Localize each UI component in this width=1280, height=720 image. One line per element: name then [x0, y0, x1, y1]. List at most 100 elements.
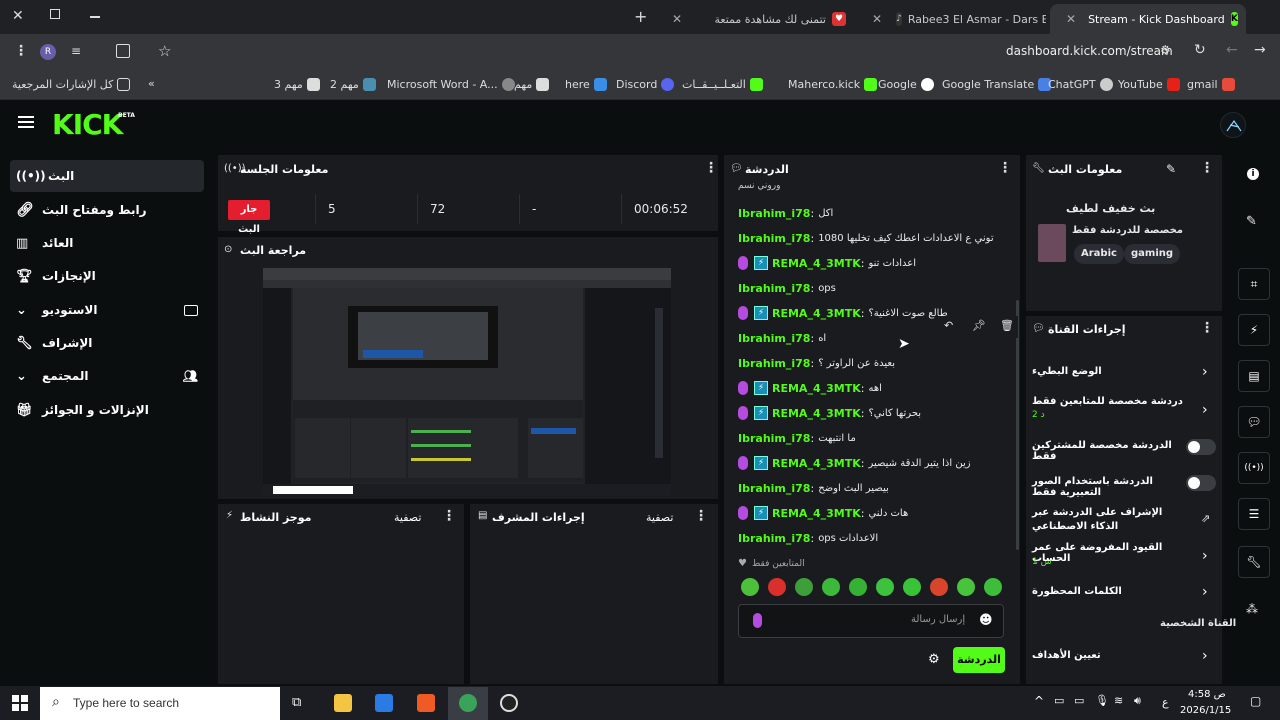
chat-username[interactable]: REMA_4_3MTK — [772, 407, 861, 420]
brave-icon[interactable] — [417, 694, 435, 712]
emote-button[interactable] — [849, 578, 867, 596]
chat-message[interactable]: ⚡ REMA_4_3MTK: اعدادات تنو — [738, 252, 1018, 274]
forward-icon[interactable]: ← — [1226, 42, 1238, 58]
store-icon[interactable] — [375, 694, 393, 712]
bookmark-item[interactable]: here — [565, 78, 607, 91]
notifications-icon[interactable]: ▢ — [1250, 694, 1261, 708]
tab-1-active[interactable]: ✕ Stream - Kick Dashboard K — [1050, 4, 1246, 34]
chat-username[interactable]: Ibrahim_i78 — [738, 207, 810, 220]
sidebar-item-stream-key[interactable]: 🔗︎ رابط ومفتاح البث — [10, 194, 204, 226]
chat-message[interactable]: ⚡ REMA_4_3MTK: بحرتها كاني؟ — [738, 402, 1018, 424]
chat-bubble-icon[interactable]: 💬︎ — [1238, 406, 1270, 438]
address-bar[interactable]: dashboard.kick.com/stream — [1006, 44, 1173, 58]
chat-username[interactable]: REMA_4_3MTK — [772, 382, 861, 395]
bookmark-item[interactable]: مهم 3 — [274, 78, 320, 91]
bookmarks-overflow-icon[interactable]: « — [148, 77, 155, 90]
volume-icon[interactable]: 🔊︎ — [1134, 694, 1141, 708]
reload-icon[interactable]: ↻ — [1194, 42, 1206, 58]
chevron-right-icon[interactable]: › — [1202, 648, 1208, 664]
wrench-icon[interactable]: 🔧︎ — [1238, 546, 1270, 578]
followers-only-row[interactable]: دردشة مخصصة للمتابعين فقط — [1032, 396, 1218, 407]
chat-message[interactable]: Ibrahim_i78: ops — [738, 277, 1018, 299]
sidebar-item-community[interactable]: ⌄ المجتمع 👥︎ — [10, 360, 204, 392]
extensions-icon[interactable] — [116, 44, 130, 58]
layout-icon[interactable]: ☰ — [1238, 498, 1270, 530]
bookmark-item[interactable]: ChatGPT — [1048, 78, 1113, 91]
tag-pill[interactable]: gaming — [1124, 244, 1181, 264]
set-goals-row[interactable]: تعيين الأهداف — [1032, 650, 1218, 661]
bookmark-item[interactable]: Microsoft Word - A... — [387, 78, 515, 91]
minimize-window-icon[interactable] — [90, 16, 100, 18]
stream-preview-video[interactable] — [263, 268, 671, 496]
slow-mode-row[interactable]: الوضع البطيء — [1032, 366, 1218, 377]
document-icon[interactable]: ▤ — [1238, 360, 1270, 392]
chat-input[interactable]: إرسال رسالة ☻ — [738, 604, 1004, 638]
chat-username[interactable]: Ibrahim_i78 — [738, 232, 810, 245]
banned-words-row[interactable]: الكلمات المحظورة — [1032, 586, 1218, 597]
menu-kebab-icon[interactable]: ⋮ — [14, 43, 28, 59]
chat-message[interactable]: Ibrahim_i78: اكل — [738, 202, 1018, 224]
emotes-only-toggle[interactable] — [1186, 475, 1216, 491]
sidebar-item-drops[interactable]: 🎁︎ الإنزالات و الجوائز — [10, 394, 204, 426]
hamburger-menu-icon[interactable] — [18, 116, 34, 128]
clock-date[interactable]: 2026/1/15 — [1180, 705, 1231, 716]
chat-username[interactable]: REMA_4_3MTK — [772, 307, 861, 320]
close-window-icon[interactable]: ✕ — [12, 8, 24, 24]
channel-actions-menu-icon[interactable]: ⋮ — [1200, 320, 1214, 336]
chat-message[interactable]: ⚡ REMA_4_3MTK: زين اذا يتير الدقة شيصير — [738, 452, 1018, 474]
lightning-icon[interactable]: ⚡︎ — [1238, 314, 1270, 346]
chat-message[interactable]: Ibrahim_i78: بيصير البث اوضح — [738, 477, 1018, 499]
chat-username[interactable]: Ibrahim_i78 — [738, 482, 810, 495]
obs-icon[interactable] — [500, 694, 518, 712]
sidebar-item-moderation[interactable]: 🔧︎ الإشراف — [10, 327, 204, 359]
session-menu-icon[interactable]: ⋮ — [704, 160, 718, 176]
clock-time[interactable]: 4:58 ص — [1188, 689, 1226, 700]
emote-button[interactable] — [876, 578, 894, 596]
site-settings-icon[interactable]: ⚙ — [1160, 43, 1171, 57]
category-name[interactable]: مخصصة للدردشة فقط — [1072, 225, 1183, 236]
chat-username[interactable]: Ibrahim_i78 — [738, 282, 810, 295]
community-icon[interactable]: ⁂ — [1246, 602, 1258, 616]
mod-actions-filter-button[interactable]: تصفية — [646, 511, 673, 524]
tag-pill[interactable]: Arabic — [1074, 244, 1124, 264]
profile-avatar[interactable]: R — [40, 44, 56, 60]
edit-pencil-icon[interactable]: ✎ — [1166, 162, 1176, 176]
close-tab-icon[interactable]: ✕ — [672, 12, 682, 26]
sidebar-item-revenue[interactable]: ▥ العائد — [10, 227, 204, 259]
tab-2[interactable]: ✕ ♪ Rabee3 El Asmar - Dars El 3 ▶ — [856, 4, 1046, 34]
bookmark-item[interactable]: التعـلــيــقــات — [682, 78, 763, 91]
chevron-right-icon[interactable]: › — [1202, 402, 1208, 418]
chat-message[interactable]: Ibrahim_i78: ops الاعدادات — [738, 527, 1018, 549]
bookmark-item[interactable]: Maherco.kick — [788, 78, 878, 91]
bookmark-item[interactable]: Discord — [616, 78, 675, 91]
external-link-icon[interactable]: ⇗ — [1201, 512, 1210, 525]
chat-username[interactable]: REMA_4_3MTK — [772, 257, 861, 270]
subscribers-only-toggle[interactable] — [1186, 439, 1216, 455]
new-tab-icon[interactable]: + — [634, 7, 647, 26]
bookmark-item[interactable]: YouTube — [1118, 78, 1180, 91]
back-icon[interactable]: → — [1254, 42, 1266, 58]
chevron-right-icon[interactable]: › — [1202, 548, 1208, 564]
user-avatar[interactable] — [1220, 112, 1246, 138]
chat-username[interactable]: Ibrahim_i78 — [738, 432, 810, 445]
bookmark-item[interactable]: مهم 2 — [330, 78, 376, 91]
bookmark-item[interactable]: gmail — [1187, 78, 1235, 91]
chevron-right-icon[interactable]: › — [1202, 364, 1208, 380]
bookmark-item[interactable]: Google — [878, 78, 934, 91]
emote-button[interactable] — [984, 578, 1002, 596]
chat-username[interactable]: REMA_4_3MTK — [772, 457, 861, 470]
close-tab-icon[interactable]: ✕ — [872, 12, 882, 26]
microphone-icon[interactable] — [753, 613, 762, 628]
sidebar-item-stream[interactable]: ((•)) البث — [10, 160, 204, 192]
activity-filter-button[interactable]: تصفية — [394, 511, 421, 524]
emote-button[interactable] — [768, 578, 786, 596]
info-icon[interactable]: i — [1247, 168, 1259, 180]
chat-message[interactable]: Ibrahim_i78: ما انتبهت — [738, 427, 1018, 449]
edit-icon[interactable]: ✎ — [1246, 214, 1257, 229]
activity-menu-icon[interactable]: ⋮ — [442, 508, 456, 524]
emote-button[interactable] — [930, 578, 948, 596]
close-tab-icon[interactable]: ✕ — [1066, 12, 1076, 26]
maximize-window-icon[interactable] — [50, 9, 60, 19]
sidebar-item-achievements[interactable]: 🏆︎ الإنجازات — [10, 260, 204, 292]
bookmark-item[interactable]: Google Translate — [942, 78, 1052, 91]
